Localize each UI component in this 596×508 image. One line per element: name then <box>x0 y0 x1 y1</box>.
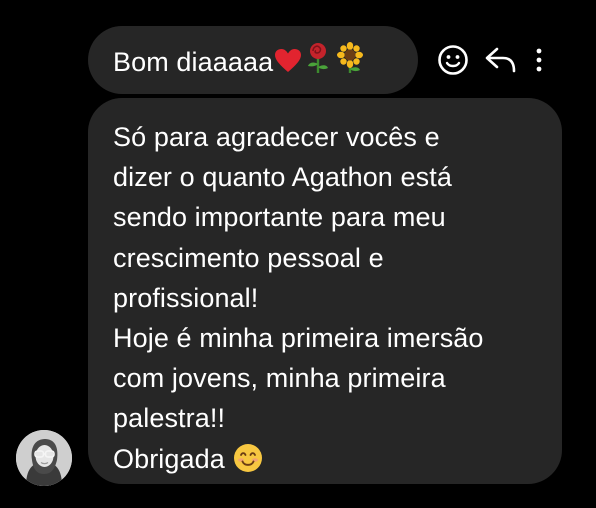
message-bubble-thanks[interactable]: Só para agradecer vocês e dizer o quanto… <box>88 98 562 484</box>
message-line: Só para agradecer vocês e <box>113 122 440 152</box>
message-line: dizer o quanto Agathon está <box>113 162 452 193</box>
more-options-icon[interactable] <box>531 43 547 77</box>
avatar[interactable] <box>16 430 72 486</box>
emoji-react-icon[interactable] <box>436 43 470 77</box>
heart-icon <box>274 48 302 79</box>
message-actions <box>436 40 547 80</box>
message-line: com jovens, minha primeira <box>113 363 446 394</box>
message-line: profissional! <box>113 282 259 313</box>
reply-icon[interactable] <box>483 43 519 77</box>
message-line-last: Obrigada <box>113 439 562 484</box>
message-line: palestra!! <box>113 403 226 434</box>
message-line: Hoje é minha primeira imersão <box>113 323 484 354</box>
message-line: sendo importante para meu <box>113 202 446 233</box>
smiling-face-icon <box>233 443 263 484</box>
message-bubble-greeting[interactable]: Bom diaaaaa <box>88 26 418 94</box>
rose-icon <box>303 42 333 79</box>
sunflower-icon <box>334 41 366 79</box>
message-text: Bom diaaaaa <box>113 41 366 79</box>
message-line: crescimento pessoal e <box>113 242 384 273</box>
